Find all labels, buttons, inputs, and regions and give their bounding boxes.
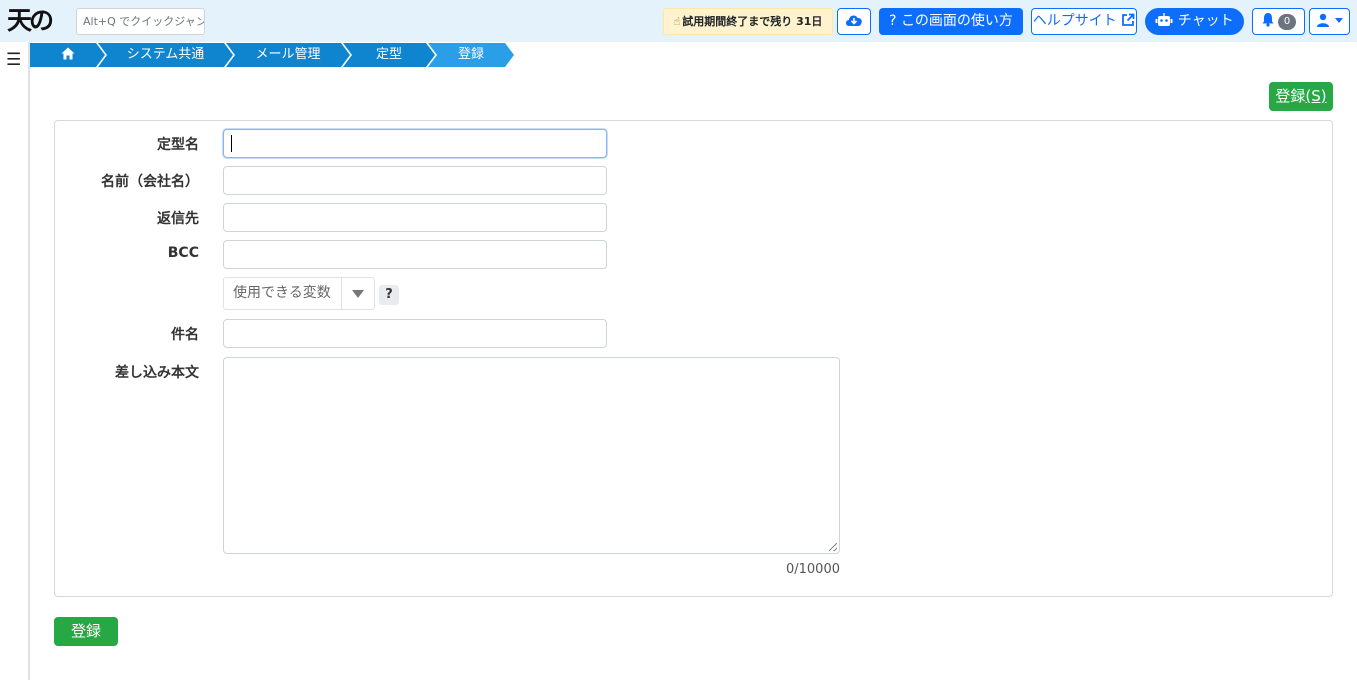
cloud-download-icon — [846, 15, 862, 26]
pointing-hand-icon: ☝ — [673, 15, 681, 28]
help-site-label: ヘルプサイト — [1032, 13, 1117, 29]
help-site-button[interactable]: ヘルプサイト — [1031, 8, 1137, 35]
label-sender-name: 名前（会社名） — [101, 174, 199, 190]
app-logo[interactable]: 天の蔵 — [7, 3, 69, 71]
quick-jump-input[interactable]: Alt+Q でクイックジャンプ — [76, 8, 205, 35]
breadcrumb-mail-management[interactable]: メール管理 — [226, 43, 350, 67]
home-icon — [61, 47, 75, 60]
chat-button[interactable]: チャット — [1145, 8, 1244, 35]
register-button-bottom[interactable]: 登録 — [54, 617, 118, 646]
subject-input[interactable] — [223, 319, 607, 348]
body-textarea[interactable] — [223, 357, 840, 554]
register-shortcut: (S) — [1305, 87, 1327, 105]
user-menu-button[interactable] — [1309, 8, 1350, 35]
top-header: 天の蔵 Alt+Q でクイックジャンプ ☝試用期間終了まで残り 31日 ? この… — [0, 0, 1357, 71]
label-reply-to: 返信先 — [157, 211, 199, 227]
user-icon — [1317, 13, 1330, 27]
breadcrumb-template[interactable]: 定型 — [343, 43, 435, 67]
label-bcc: BCC — [167, 245, 199, 261]
register-label-bottom: 登録 — [70, 622, 101, 640]
hamburger-icon[interactable]: ☰ — [6, 52, 21, 69]
dropdown-arrow-icon — [352, 290, 364, 298]
notification-button[interactable]: 0 — [1252, 8, 1305, 35]
register-button-top[interactable]: 登録(S) — [1269, 82, 1333, 111]
text-cursor — [231, 135, 232, 152]
bcc-input[interactable] — [223, 240, 607, 269]
reply-to-input[interactable] — [223, 203, 607, 232]
label-template-name: 定型名 — [157, 137, 199, 153]
cloud-download-button[interactable] — [837, 8, 871, 35]
char-counter: 0/10000 — [785, 562, 840, 577]
caret-down-icon — [1334, 18, 1343, 23]
label-body: 差し込み本文 — [115, 365, 199, 381]
variable-select[interactable]: 使用できる変数 — [223, 277, 375, 310]
variable-select-label: 使用できる変数 — [233, 285, 331, 301]
sender-name-input[interactable] — [223, 166, 607, 195]
howto-label: この画面の使い方 — [900, 13, 1013, 29]
breadcrumb-system-common[interactable]: システム共通 — [98, 43, 233, 67]
external-link-icon — [1122, 13, 1135, 26]
notification-count-badge: 0 — [1278, 14, 1296, 30]
question-icon: ? — [889, 13, 897, 29]
breadcrumb-home[interactable] — [30, 43, 105, 67]
template-name-input[interactable] — [223, 129, 607, 158]
robot-icon — [1155, 13, 1173, 26]
chat-label: チャット — [1177, 13, 1234, 29]
resize-grip-icon[interactable] — [829, 543, 837, 551]
howto-button[interactable]: ? この画面の使い方 — [879, 8, 1023, 35]
variable-help-button[interactable]: ? — [379, 285, 399, 305]
register-label: 登録 — [1275, 87, 1306, 105]
label-subject: 件名 — [171, 327, 199, 343]
trial-notice-badge: ☝ 試用期間終了まで残り 31日 — [663, 8, 833, 35]
sidebar: ☰ — [0, 42, 30, 680]
select-divider — [341, 278, 342, 309]
breadcrumb-register: 登録 — [428, 43, 514, 67]
trial-notice-text: 試用期間終了まで残り 31日 — [682, 15, 823, 28]
bell-icon — [1262, 13, 1274, 27]
